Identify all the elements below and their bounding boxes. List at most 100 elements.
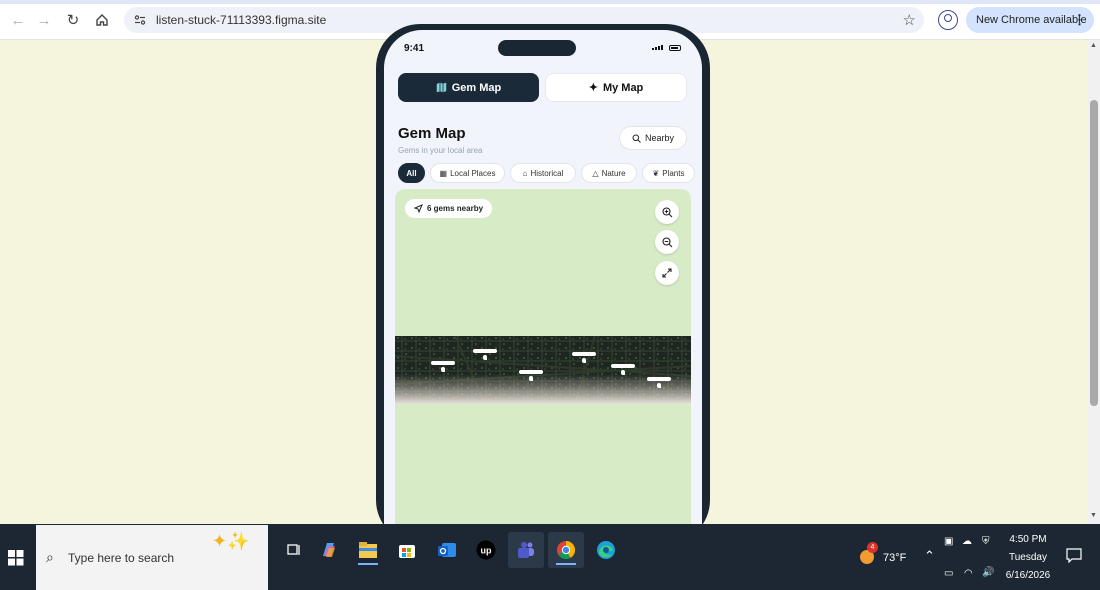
expand-icon	[662, 268, 672, 278]
meet-now-icon[interactable]: ▣	[944, 536, 953, 547]
gems-nearby-badge: 6 gems nearby	[405, 199, 493, 218]
chip-historical[interactable]: ⌂ Historical	[510, 163, 576, 183]
search-icon	[632, 134, 641, 143]
taskbar-search-box[interactable]: ⌕ Type here to search ✦✨	[36, 525, 268, 590]
gem-marker[interactable]	[611, 364, 635, 375]
open-indicator	[556, 563, 576, 565]
phone-frame: 9:41 Gem Map ✦ My Map Gem Map Gems in yo…	[376, 24, 710, 550]
page-title: Gem Map	[398, 125, 466, 142]
tab-strip-edge	[0, 0, 1100, 4]
home-button[interactable]	[88, 6, 116, 34]
tab-gem-map[interactable]: Gem Map	[398, 73, 539, 102]
windows-logo-icon	[8, 550, 24, 566]
clock[interactable]: 4:50 PM Tuesday 6/16/2026	[1003, 534, 1053, 581]
security-icon[interactable]: ⛨	[982, 536, 990, 547]
chip-local-places[interactable]: ▦ Local Places	[430, 163, 505, 183]
svg-text:up: up	[481, 546, 492, 556]
zoom-out-button[interactable]	[655, 230, 679, 254]
gem-marker[interactable]	[473, 349, 497, 360]
landmark-icon: ⌂	[522, 168, 528, 178]
scroll-down-icon[interactable]: ▼	[1090, 512, 1097, 519]
edge-app[interactable]	[588, 532, 624, 568]
open-indicator	[358, 563, 378, 565]
search-icon: ⌕	[46, 549, 54, 565]
update-label: New Chrome available	[976, 14, 1087, 26]
battery-icon[interactable]: ▭	[944, 568, 953, 579]
chip-all[interactable]: All	[398, 163, 425, 183]
bookmark-star-icon[interactable]: ☆	[903, 11, 916, 29]
leaf-icon: ❦	[652, 168, 660, 178]
onedrive-icon[interactable]: ☁	[962, 536, 972, 547]
edge-icon	[597, 541, 615, 559]
new-chrome-available-button[interactable]: New Chrome available ⋮	[966, 7, 1094, 33]
chrome-app[interactable]	[548, 532, 584, 568]
mail-icon	[438, 543, 456, 557]
tab-my-map[interactable]: ✦ My Map	[545, 73, 687, 102]
upwork-icon: up	[476, 540, 496, 560]
folder-icon	[359, 542, 377, 558]
nearby-button[interactable]: Nearby	[619, 126, 687, 150]
teams-icon	[518, 542, 534, 558]
gem-marker[interactable]	[647, 377, 671, 388]
chip-label: Historical	[530, 168, 564, 178]
microsoft-store-app[interactable]	[389, 532, 425, 568]
windows-taskbar: ⌕ Type here to search ✦✨ up 4 73°F ⌃ ▣ ☁…	[0, 524, 1100, 590]
back-button[interactable]: ←	[4, 6, 32, 34]
aerial-map-imagery	[395, 336, 691, 404]
tab-gem-map-label: Gem Map	[451, 81, 502, 94]
weather-widget[interactable]: 4	[858, 542, 878, 571]
outlook-app[interactable]	[429, 532, 465, 568]
building-icon: ▦	[439, 168, 448, 178]
menu-kebab-icon[interactable]: ⋮	[1073, 12, 1086, 28]
reload-button[interactable]: ↻	[59, 6, 87, 34]
zoom-in-button[interactable]	[655, 200, 679, 224]
teams-app[interactable]	[508, 532, 544, 568]
task-view-button[interactable]	[276, 532, 312, 568]
notifications-button[interactable]	[1066, 548, 1082, 568]
page-subtitle: Gems in your local area	[398, 146, 483, 155]
file-explorer-app[interactable]	[350, 532, 386, 568]
page-scrollbar[interactable]: ▲ ▼	[1088, 40, 1100, 524]
nearby-label: Nearby	[644, 133, 674, 143]
chip-plants[interactable]: ❦ Plants	[642, 163, 695, 183]
url-text[interactable]: listen-stuck-71113393.figma.site	[156, 13, 326, 27]
chrome-icon	[557, 541, 575, 560]
search-highlight-sparkles-icon: ✦✨	[212, 531, 250, 551]
clock-date: 6/16/2026	[1005, 570, 1051, 581]
dynamic-island	[498, 40, 576, 56]
fullscreen-button[interactable]	[655, 261, 679, 285]
scroll-thumb[interactable]	[1090, 100, 1098, 406]
volume-icon[interactable]: 🔊	[982, 567, 994, 578]
battery-icon	[669, 45, 681, 51]
gem-marker[interactable]	[431, 361, 455, 372]
chip-label: All	[406, 168, 417, 178]
gem-marker[interactable]	[519, 370, 543, 381]
profile-icon[interactable]	[938, 10, 958, 30]
gem-map-canvas[interactable]: 6 gems nearby	[395, 189, 691, 550]
chip-nature[interactable]: △ Nature	[581, 163, 637, 183]
weather-alert-badge: 4	[867, 542, 878, 553]
copilot-app[interactable]	[311, 532, 347, 568]
chip-label: Plants	[662, 168, 685, 178]
status-time: 9:41	[404, 43, 425, 54]
zoom-out-icon	[661, 236, 672, 247]
forward-button[interactable]: →	[30, 6, 58, 34]
signal-icon	[652, 45, 663, 50]
tab-my-map-label: My Map	[602, 81, 644, 94]
store-icon	[399, 545, 415, 558]
sparkle-icon: ✦	[588, 82, 598, 94]
clock-day: Tuesday	[1009, 552, 1047, 563]
start-button[interactable]	[8, 550, 24, 571]
wifi-icon[interactable]: ◠	[964, 568, 973, 579]
chip-label: Local Places	[450, 168, 496, 178]
zoom-in-icon	[661, 206, 672, 217]
home-icon	[96, 14, 108, 26]
show-hidden-icons-chevron-icon[interactable]: ⌃	[924, 548, 935, 564]
phone-screen: 9:41 Gem Map ✦ My Map Gem Map Gems in yo…	[384, 30, 702, 550]
upwork-app[interactable]: up	[468, 532, 504, 568]
gem-marker[interactable]	[572, 352, 596, 363]
chip-label: Nature	[601, 168, 626, 178]
scroll-up-icon[interactable]: ▲	[1090, 42, 1097, 49]
site-settings-icon[interactable]	[134, 14, 146, 26]
search-placeholder: Type here to search	[68, 551, 175, 565]
